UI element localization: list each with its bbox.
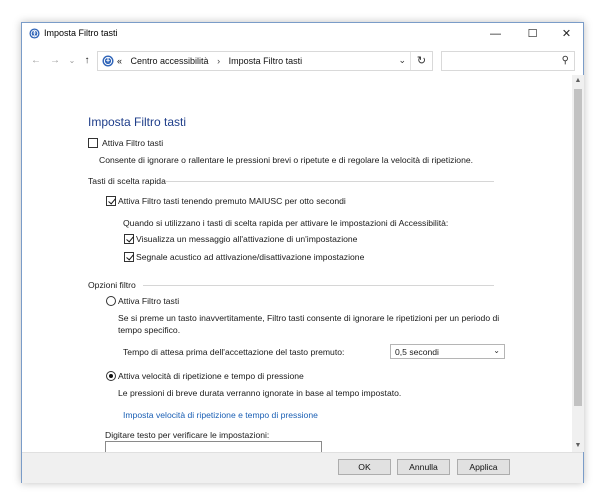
breadcrumb-separator-icon[interactable]: › (217, 56, 220, 66)
show-message-label[interactable]: Visualizza un messaggio all'attivazione … (136, 234, 357, 244)
back-arrow-icon[interactable]: ← (29, 54, 43, 68)
chevron-down-icon: ⌄ (493, 346, 500, 355)
repeat-settings-link[interactable]: Imposta velocità di ripetizione e tempo … (123, 410, 318, 420)
enable-filter-keys-description: Consente di ignorare o rallentare le pre… (99, 155, 474, 165)
scroll-up-icon[interactable]: ▲ (572, 75, 584, 87)
wait-time-select[interactable]: 0,5 secondi ⌄ (390, 344, 505, 359)
forward-arrow-icon[interactable]: → (48, 54, 62, 68)
bounce-keys-radio[interactable] (106, 296, 116, 306)
refresh-icon[interactable]: ↻ (410, 52, 432, 70)
shift-shortcut-label[interactable]: Attiva Filtro tasti tenendo premuto MAIU… (118, 196, 346, 206)
shortcuts-section-title: Tasti di scelta rapida (88, 176, 166, 186)
breadcrumb-item-filter-keys[interactable]: Imposta Filtro tasti (229, 56, 303, 66)
maximize-button[interactable]: ☐ (514, 23, 551, 45)
show-message-checkbox[interactable] (124, 234, 134, 244)
sound-checkbox[interactable] (124, 252, 134, 262)
breadcrumb-item-accessibility-center[interactable]: Centro accessibilità (131, 56, 209, 66)
shortcuts-intro-text: Quando si utilizzano i tasti di scelta r… (123, 218, 449, 228)
bounce-keys-label[interactable]: Attiva Filtro tasti (118, 296, 179, 306)
breadcrumb: « Centro accessibilità › Imposta Filtro … (117, 56, 308, 66)
cancel-button[interactable]: Annulla (397, 459, 450, 475)
search-input[interactable]: ⚲ (441, 51, 575, 71)
ok-button[interactable]: OK (338, 459, 391, 475)
enable-filter-keys-label[interactable]: Attiva Filtro tasti (102, 138, 163, 148)
sound-label[interactable]: Segnale acustico ad attivazione/disattiv… (136, 252, 364, 262)
repeat-keys-label[interactable]: Attiva velocità di ripetizione e tempo d… (118, 371, 304, 381)
address-bar[interactable]: « Centro accessibilità › Imposta Filtro … (97, 51, 433, 71)
test-text-input[interactable] (105, 441, 322, 452)
bounce-keys-description-line-1: Se si preme un tasto inavvertitamente, F… (118, 313, 500, 323)
scroll-down-icon[interactable]: ▼ (572, 440, 584, 452)
repeat-keys-radio[interactable] (106, 371, 116, 381)
dialog-window: Imposta Filtro tasti — ☐ ✕ ← → ⌄ ↑ « Cen… (21, 22, 584, 483)
minimize-button[interactable]: — (477, 23, 514, 45)
up-arrow-icon[interactable]: ↑ (80, 54, 94, 68)
breadcrumb-prefix-icon[interactable]: « (117, 56, 122, 66)
dialog-footer: OK Annulla Applica (22, 452, 583, 483)
address-dropdown-icon[interactable]: ⌄ (398, 55, 406, 66)
wait-time-value: 0,5 secondi (395, 347, 439, 357)
bounce-keys-description-line-2: tempo specifico. (118, 325, 181, 335)
settings-content: Imposta Filtro tasti Attiva Filtro tasti… (22, 75, 572, 452)
window-title: Imposta Filtro tasti (44, 28, 118, 38)
scroll-thumb[interactable] (574, 89, 582, 406)
apply-button[interactable]: Applica (457, 459, 510, 475)
accessibility-icon (29, 28, 40, 39)
navigation-bar: ← → ⌄ ↑ « Centro accessibilità › Imposta… (22, 49, 583, 73)
filter-options-section-title: Opzioni filtro (88, 280, 136, 290)
search-icon[interactable]: ⚲ (562, 55, 569, 66)
shift-shortcut-checkbox[interactable] (106, 196, 116, 206)
filter-options-divider (143, 285, 494, 286)
test-area-label: Digitare testo per verificare le imposta… (105, 430, 270, 440)
close-button[interactable]: ✕ (548, 23, 585, 45)
repeat-keys-description: Le pressioni di breve durata verranno ig… (118, 388, 402, 398)
recent-locations-chevron-icon[interactable]: ⌄ (65, 54, 79, 68)
wait-time-label: Tempo di attesa prima dell'accettazione … (123, 347, 345, 357)
page-title: Imposta Filtro tasti (88, 115, 187, 129)
vertical-scrollbar[interactable]: ▲ ▼ (572, 75, 584, 452)
enable-filter-keys-checkbox[interactable] (88, 138, 98, 148)
title-bar: Imposta Filtro tasti — ☐ ✕ (22, 23, 583, 45)
shortcuts-divider (165, 181, 494, 182)
control-panel-icon (102, 55, 114, 67)
